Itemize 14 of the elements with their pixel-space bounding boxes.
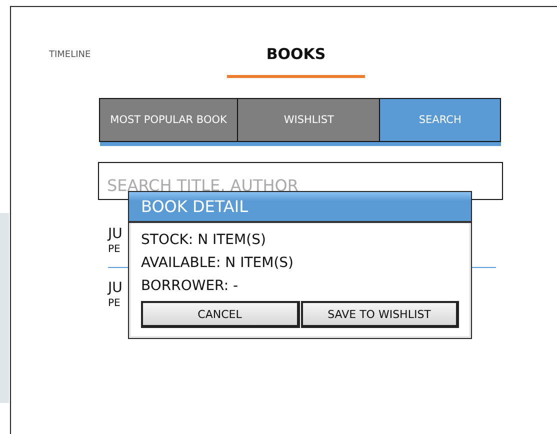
result-title: JU [108, 280, 122, 296]
detail-line: STOCK: N ITEM(S) [141, 231, 266, 250]
segment-tab[interactable]: MOST POPULAR BOOK [98, 98, 239, 142]
result-title: JU [108, 226, 122, 242]
detail-line: AVAILABLE: N ITEM(S) [141, 254, 294, 273]
nav-tab[interactable]: BOOKS [227, 45, 365, 78]
result-subtitle: PE [108, 244, 120, 255]
result-subtitle: PE [108, 298, 120, 309]
dialog-title: BOOK DETAIL [129, 192, 471, 223]
segment-tab[interactable]: WISHLIST [237, 98, 381, 142]
dialog-button[interactable]: CANCEL [141, 301, 300, 328]
detail-line: BORROWER: - [141, 277, 238, 296]
dialog-button[interactable]: SAVE TO WISHLIST [300, 301, 459, 328]
nav-tab[interactable]: TIMELINE [11, 45, 211, 63]
